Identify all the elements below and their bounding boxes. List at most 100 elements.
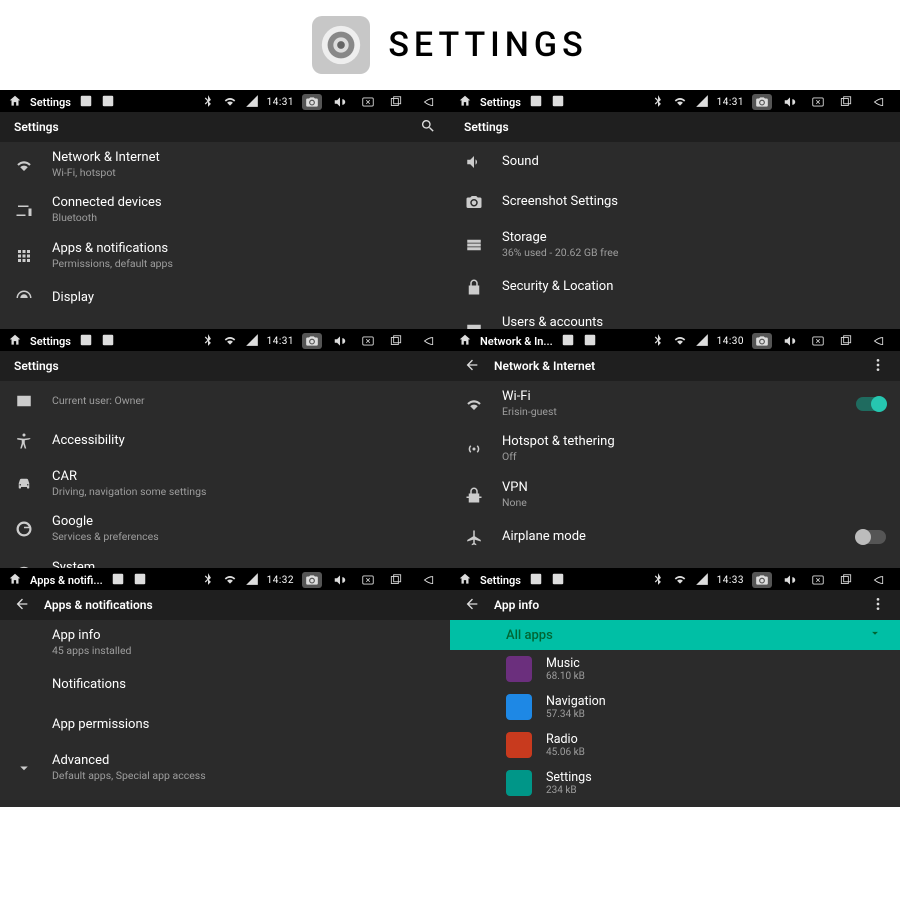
close-app-icon[interactable] (808, 572, 828, 588)
back-nav-icon[interactable] (864, 572, 892, 588)
close-app-icon[interactable] (358, 333, 378, 349)
row-sub: Off (502, 451, 886, 464)
app-row[interactable]: Music 68.10 kB (450, 650, 900, 688)
sub-header-title: Settings (14, 359, 59, 373)
breadcrumb[interactable]: Apps & notifi... (30, 574, 103, 587)
back-nav-icon[interactable] (414, 94, 442, 110)
row-label: Security & Location (502, 279, 886, 296)
settings-row[interactable]: Airplane mode (450, 517, 900, 557)
row-label: VPN (502, 480, 886, 497)
close-app-icon[interactable] (808, 94, 828, 110)
home-icon[interactable] (8, 333, 22, 350)
settings-row[interactable]: Users & accounts Current user: Owner (450, 307, 900, 329)
settings-row[interactable]: Notifications (0, 665, 450, 705)
back-button[interactable] (464, 596, 480, 615)
settings-row[interactable]: Display (0, 278, 450, 318)
volume-icon[interactable] (330, 333, 350, 349)
recent-icon[interactable] (386, 94, 406, 110)
settings-row[interactable]: System Languages, time, backup, updates (0, 552, 450, 568)
row-label: Wi-Fi (502, 389, 838, 406)
settings-row[interactable]: Advanced Default apps, Special app acces… (0, 745, 450, 790)
wifi-icon (673, 572, 687, 589)
home-icon[interactable] (458, 572, 472, 589)
settings-row[interactable]: Sound (450, 142, 900, 182)
wifi-icon (223, 94, 237, 111)
volume-icon[interactable] (330, 572, 350, 588)
toggle-switch[interactable] (856, 397, 886, 411)
settings-row[interactable]: App info 45 apps installed (0, 620, 450, 665)
settings-row[interactable]: Current user: Owner (0, 381, 450, 421)
back-button[interactable] (464, 357, 480, 376)
back-nav-icon[interactable] (864, 333, 892, 349)
sub-header: Apps & notifications (0, 590, 450, 620)
settings-row[interactable]: Hotspot & tethering Off (450, 426, 900, 471)
more-icon[interactable] (870, 357, 886, 376)
close-app-icon[interactable] (358, 572, 378, 588)
screenshot-icon[interactable] (752, 94, 772, 110)
pic-icon (111, 572, 125, 589)
sub-header: Settings (0, 351, 450, 381)
recent-icon[interactable] (836, 572, 856, 588)
breadcrumb[interactable]: Settings (480, 574, 521, 587)
recent-icon[interactable] (836, 333, 856, 349)
volume-icon[interactable] (330, 94, 350, 110)
back-nav-icon[interactable] (414, 333, 442, 349)
settings-row[interactable]: Wi-Fi Erisin-guest (450, 381, 900, 426)
volume-icon[interactable] (780, 572, 800, 588)
pic-icon (529, 94, 543, 111)
settings-row[interactable]: Storage 36% used - 20.62 GB free (450, 222, 900, 267)
screenshot-icon[interactable] (752, 333, 772, 349)
hotspot-icon (464, 439, 484, 459)
settings-row[interactable]: Accessibility (0, 421, 450, 461)
home-icon[interactable] (458, 94, 472, 111)
user-icon (14, 391, 34, 411)
chevron-down-icon (868, 626, 882, 644)
back-nav-icon[interactable] (414, 572, 442, 588)
user-icon (464, 320, 484, 329)
panel-list: Wi-Fi Erisin-guest Hotspot & tethering O… (450, 381, 900, 568)
panel-2: Settings 14:31 Settings Curr (0, 329, 450, 568)
app-row[interactable]: Radio 45.06 kB (450, 726, 900, 764)
breadcrumb[interactable]: Settings (30, 335, 71, 348)
volume-icon[interactable] (780, 333, 800, 349)
search-icon[interactable] (420, 118, 436, 137)
home-icon[interactable] (8, 572, 22, 589)
home-icon[interactable] (458, 333, 472, 350)
all-apps-dropdown[interactable]: All apps (450, 620, 900, 650)
settings-row[interactable]: Sound (0, 318, 450, 329)
clock: 14:31 (267, 336, 294, 347)
settings-row[interactable]: Screenshot Settings (450, 182, 900, 222)
breadcrumb[interactable]: Settings (30, 96, 71, 109)
close-app-icon[interactable] (358, 94, 378, 110)
recent-icon[interactable] (836, 94, 856, 110)
breadcrumb[interactable]: Network & In... (480, 335, 553, 348)
toggle-switch[interactable] (856, 530, 886, 544)
settings-row[interactable]: Connected devices Bluetooth (0, 187, 450, 232)
page-header: SETTINGS (0, 0, 900, 90)
recent-icon[interactable] (386, 572, 406, 588)
breadcrumb[interactable]: Settings (480, 96, 521, 109)
screenshot-icon[interactable] (302, 333, 322, 349)
settings-row[interactable]: Apps & notifications Permissions, defaul… (0, 233, 450, 278)
app-row[interactable]: Settings 234 kB (450, 764, 900, 802)
settings-row[interactable]: CAR Driving, navigation some settings (0, 461, 450, 506)
settings-row[interactable]: Google Services & preferences (0, 506, 450, 551)
close-app-icon[interactable] (808, 333, 828, 349)
screenshot-icon[interactable] (302, 94, 322, 110)
recent-icon[interactable] (386, 333, 406, 349)
home-icon[interactable] (8, 94, 22, 111)
panel-5: Settings 14:33 App info All apps (450, 568, 900, 807)
app-row[interactable]: Navigation 57.34 kB (450, 688, 900, 726)
clock: 14:31 (717, 97, 744, 108)
more-icon[interactable] (870, 596, 886, 615)
settings-row[interactable]: VPN None (450, 472, 900, 517)
settings-row[interactable]: Network & Internet Wi-Fi, hotspot (0, 142, 450, 187)
settings-row[interactable]: Security & Location (450, 267, 900, 307)
screenshot-icon[interactable] (752, 572, 772, 588)
back-button[interactable] (14, 596, 30, 615)
back-nav-icon[interactable] (864, 94, 892, 110)
screenshot-icon[interactable] (302, 572, 322, 588)
pic-icon (79, 94, 93, 111)
settings-row[interactable]: App permissions (0, 705, 450, 745)
volume-icon[interactable] (780, 94, 800, 110)
